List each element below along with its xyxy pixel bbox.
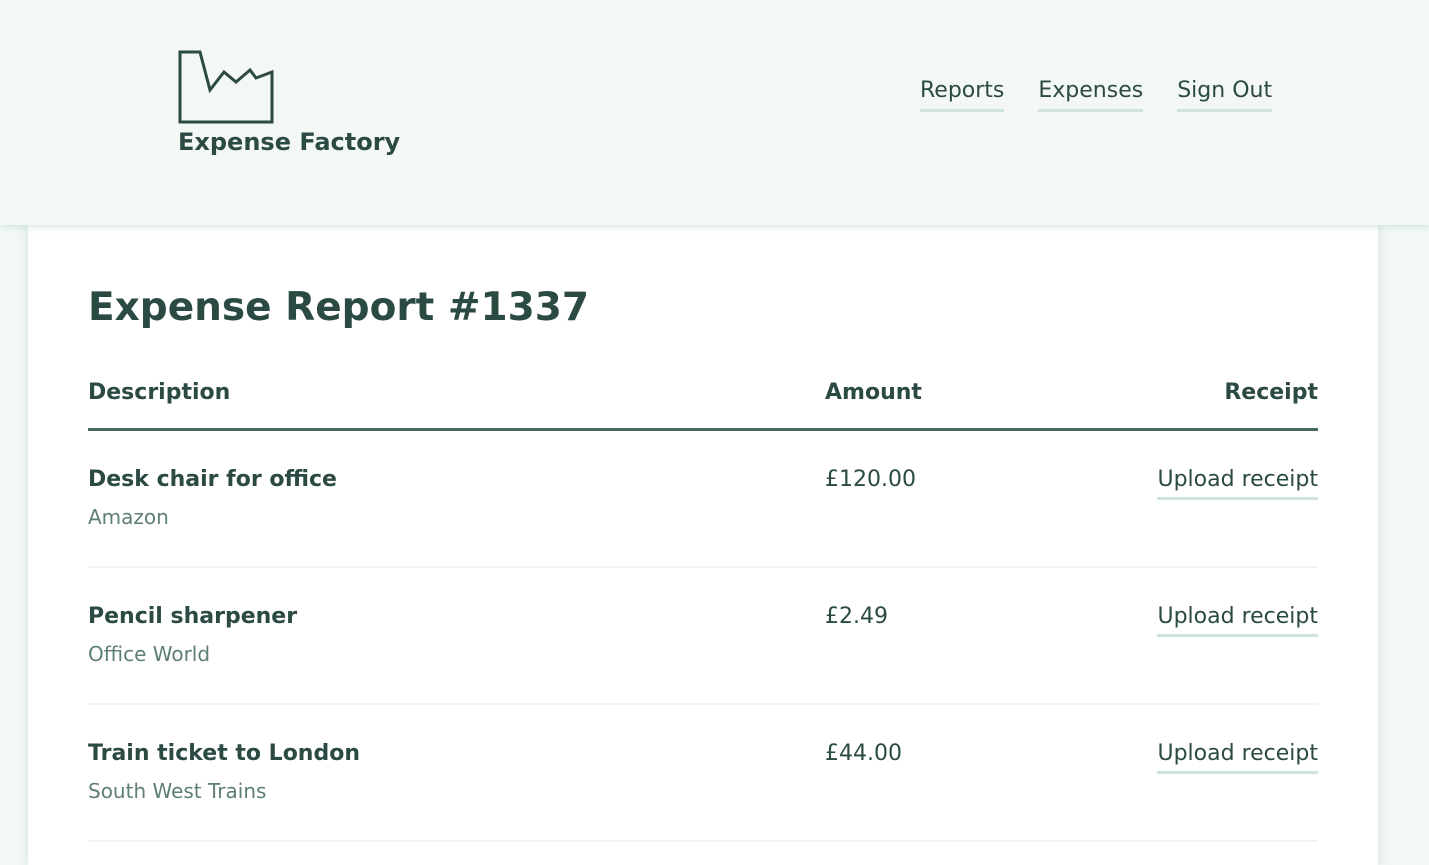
nav-expenses-link[interactable]: Expenses [1038, 78, 1144, 112]
main-nav: Reports Expenses Sign Out [920, 78, 1273, 112]
expense-vendor: Office World [88, 642, 211, 666]
expense-amount: £2.49 [825, 604, 888, 629]
column-header-amount: Amount [825, 380, 922, 405]
expense-amount: £120.00 [825, 467, 916, 492]
page-title: Expense Report #1337 [88, 285, 590, 330]
upload-receipt-link[interactable]: Upload receipt [1157, 467, 1318, 500]
upload-receipt-link[interactable]: Upload receipt [1157, 604, 1318, 637]
nav-reports-link[interactable]: Reports [920, 78, 1005, 112]
brand-logo-link[interactable]: Expense Factory [178, 48, 400, 168]
brand-name: Expense Factory [178, 128, 401, 156]
column-header-description: Description [88, 380, 231, 405]
factory-icon [178, 50, 274, 124]
table-header: Description Amount Receipt [88, 380, 1318, 431]
site-header: Expense Factory Reports Expenses Sign Ou… [0, 0, 1429, 225]
table-row: Desk chair for office Amazon £120.00 Upl… [88, 431, 1318, 568]
table-row: Train ticket to London South West Trains… [88, 705, 1318, 842]
expense-description: Desk chair for office [88, 467, 337, 492]
nav-sign-out-link[interactable]: Sign Out [1177, 78, 1273, 112]
expense-vendor: Amazon [88, 505, 169, 529]
table-row: Pencil sharpener Office World £2.49 Uplo… [88, 568, 1318, 705]
expense-vendor: South West Trains [88, 779, 267, 803]
expense-description: Train ticket to London [88, 741, 360, 766]
upload-receipt-link[interactable]: Upload receipt [1157, 741, 1318, 774]
expense-description: Pencil sharpener [88, 604, 298, 629]
column-header-receipt: Receipt [1224, 380, 1318, 405]
expense-amount: £44.00 [825, 741, 902, 766]
expense-table: Description Amount Receipt Desk chair fo… [88, 380, 1318, 842]
report-card: Expense Report #1337 Description Amount … [28, 225, 1378, 865]
